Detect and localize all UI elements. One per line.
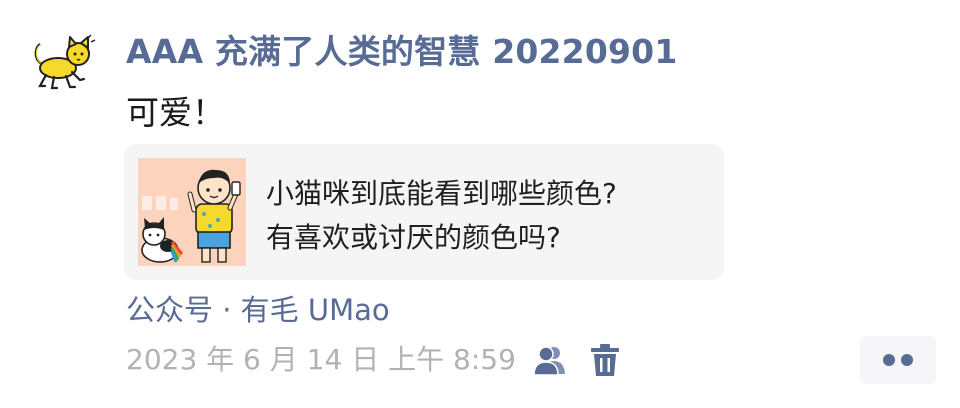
- avatar[interactable]: [28, 34, 98, 94]
- cartoon-cat-boy-illustration: [138, 158, 246, 266]
- trash-icon[interactable]: [590, 342, 620, 378]
- more-dots-icon: [901, 354, 913, 366]
- post-timestamp: 2023 年 6 月 14 日 上午 8:59: [126, 343, 516, 376]
- article-source-link[interactable]: 公众号 · 有毛 UMao: [126, 288, 390, 332]
- more-dots-icon: [883, 354, 895, 366]
- more-button[interactable]: [860, 336, 936, 384]
- article-title: 小猫咪到底能看到哪些颜色? 有喜欢或讨厌的颜色吗?: [266, 177, 617, 254]
- yellow-cat-icon: [34, 34, 96, 90]
- author-name[interactable]: AAA 充满了人类的智慧 20220901: [126, 28, 678, 76]
- post-text: 可爱！: [126, 93, 225, 132]
- article-thumbnail: [138, 158, 246, 266]
- moment-post: AAA 充满了人类的智慧 20220901 可爱！ 小猫咪到底能看到哪些颜色? …: [0, 0, 960, 408]
- shared-article-card[interactable]: 小猫咪到底能看到哪些颜色? 有喜欢或讨厌的颜色吗?: [124, 144, 724, 280]
- friends-icon[interactable]: [532, 344, 568, 376]
